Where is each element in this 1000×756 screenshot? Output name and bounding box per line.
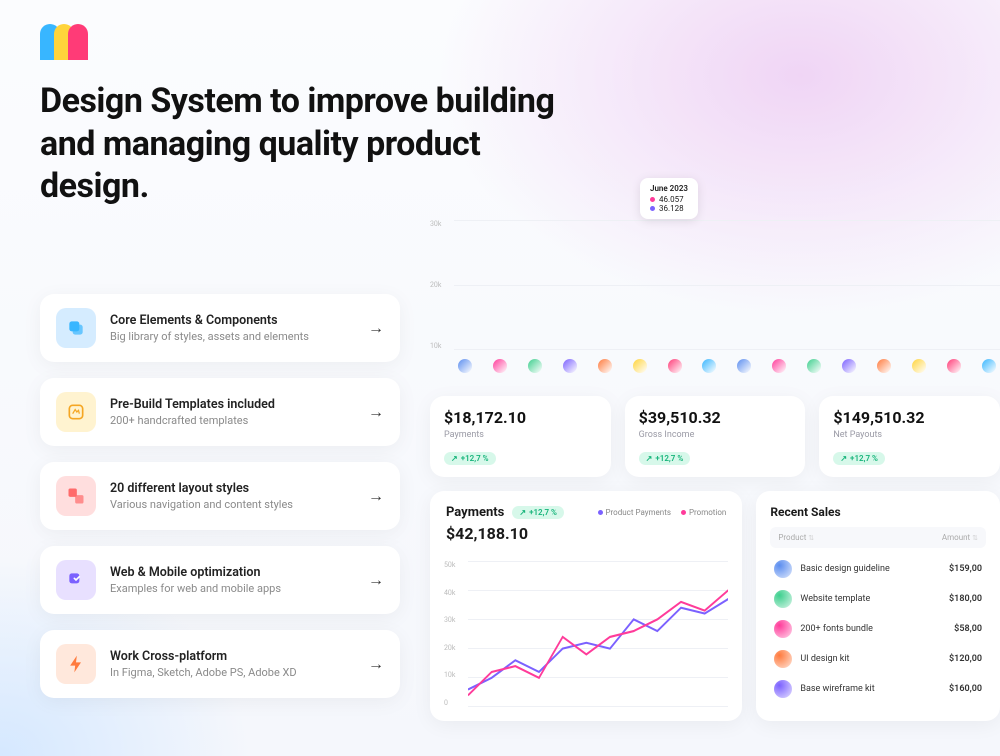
stat-row: $18,172.10 Payments ↗+12,7 % $39,510.32 Gros… — [430, 396, 1000, 477]
stat-trend: ↗+12,7 % — [444, 452, 496, 465]
feature-title: 20 different layout styles — [110, 481, 354, 496]
arrow-right-icon: → — [368, 486, 384, 506]
table-row[interactable]: Website template $180,00 — [770, 584, 986, 614]
stat-trend: ↗+12,7 % — [639, 452, 691, 465]
product-icon — [774, 560, 792, 578]
bar-category-icon — [772, 359, 786, 373]
product-icon — [774, 590, 792, 608]
recent-sales-header: Product ⇅ Amount ⇅ — [770, 527, 986, 548]
stat-value: $149,510.32 — [833, 408, 986, 427]
feature-title: Work Cross-platform — [110, 649, 354, 664]
bar-category-icon — [528, 359, 542, 373]
arrow-right-icon: → — [368, 402, 384, 422]
bar-tooltip: June 2023 46.057 36.128 — [640, 178, 698, 219]
payments-title: Payments — [446, 505, 504, 520]
product-icon — [774, 680, 792, 698]
feature-card[interactable]: Pre-Build Templates included 200+ handcra… — [40, 378, 400, 446]
arrow-right-icon: → — [368, 654, 384, 674]
table-row[interactable]: 200+ fonts bundle $58,00 — [770, 614, 986, 644]
table-row[interactable]: Basic design guideline $159,00 — [770, 554, 986, 584]
product-amount: $160,00 — [949, 684, 982, 694]
feature-subtitle: Big library of styles, assets and elemen… — [110, 330, 354, 343]
payments-trend: ↗+12,7 % — [512, 506, 564, 519]
feature-subtitle: Various navigation and content styles — [110, 498, 354, 511]
feature-subtitle: 200+ handcrafted templates — [110, 414, 354, 427]
bar-category-icon — [702, 359, 716, 373]
feature-list: Core Elements & Components Big library of… — [40, 294, 400, 698]
bar-category-icon — [493, 359, 507, 373]
feature-subtitle: In Figma, Sketch, Adobe PS, Adobe XD — [110, 666, 354, 679]
bar-category-icon — [737, 359, 751, 373]
bar-category-icon — [807, 359, 821, 373]
recent-sales-title: Recent Sales — [770, 505, 986, 519]
feature-icon — [56, 560, 96, 600]
bar-category-icon — [458, 359, 472, 373]
product-icon — [774, 650, 792, 668]
feature-icon — [56, 476, 96, 516]
logo — [40, 24, 88, 60]
table-row[interactable]: Base wireframe kit $160,00 — [770, 674, 986, 704]
feature-card[interactable]: 20 different layout styles Various naviga… — [40, 462, 400, 530]
chart-line — [468, 590, 728, 695]
stat-value: $18,172.10 — [444, 408, 597, 427]
feature-icon — [56, 308, 96, 348]
stat-trend: ↗+12,7 % — [833, 452, 885, 465]
product-amount: $58,00 — [954, 624, 982, 634]
bar-category-icon — [633, 359, 647, 373]
bar-category-icon — [877, 359, 891, 373]
payments-card: Payments ↗+12,7 % Product Payments Promo… — [430, 491, 742, 721]
payments-value: $42,188.10 — [446, 524, 726, 543]
bar-category-icon — [563, 359, 577, 373]
bar-category-icon — [842, 359, 856, 373]
stat-value: $39,510.32 — [639, 408, 792, 427]
bar-category-icon — [912, 359, 926, 373]
stat-label: Gross Income — [639, 430, 792, 440]
feature-title: Core Elements & Components — [110, 313, 354, 328]
stat-card[interactable]: $18,172.10 Payments ↗+12,7 % — [430, 396, 611, 477]
bar-category-icon — [947, 359, 961, 373]
product-amount: $180,00 — [949, 594, 982, 604]
payments-legend: Product Payments Promotion — [598, 508, 727, 517]
stat-card[interactable]: $149,510.32 Net Payouts ↗+12,7 % — [819, 396, 1000, 477]
bar-chart-card: June 2023 46.057 36.128 30k20k10k — [430, 178, 1000, 378]
arrow-right-icon: → — [368, 570, 384, 590]
feature-card[interactable]: Core Elements & Components Big library of… — [40, 294, 400, 362]
recent-sales-card: Recent Sales Product ⇅ Amount ⇅ Basic de… — [756, 491, 1000, 721]
product-amount: $120,00 — [949, 654, 982, 664]
bar-category-icon — [982, 359, 996, 373]
dashboard: June 2023 46.057 36.128 30k20k10k $18,17… — [430, 178, 1000, 756]
product-name: 200+ fonts bundle — [800, 624, 946, 634]
bar-category-icon — [598, 359, 612, 373]
feature-icon — [56, 644, 96, 684]
arrow-right-icon: → — [368, 318, 384, 338]
product-name: UI design kit — [800, 654, 941, 664]
feature-card[interactable]: Web & Mobile optimization Examples for we… — [40, 546, 400, 614]
table-row[interactable]: UI design kit $120,00 — [770, 644, 986, 674]
feature-title: Pre-Build Templates included — [110, 397, 354, 412]
product-amount: $159,00 — [949, 564, 982, 574]
product-icon — [774, 620, 792, 638]
feature-icon — [56, 392, 96, 432]
feature-card[interactable]: Work Cross-platform In Figma, Sketch, Ado… — [40, 630, 400, 698]
feature-title: Web & Mobile optimization — [110, 565, 354, 580]
product-name: Basic design guideline — [800, 564, 941, 574]
chart-line — [468, 599, 728, 690]
product-name: Website template — [800, 594, 941, 604]
feature-subtitle: Examples for web and mobile apps — [110, 582, 354, 595]
bar-category-icon — [668, 359, 682, 373]
stat-card[interactable]: $39,510.32 Gross Income ↗+12,7 % — [625, 396, 806, 477]
stat-label: Net Payouts — [833, 430, 986, 440]
stat-label: Payments — [444, 430, 597, 440]
product-name: Base wireframe kit — [800, 684, 941, 694]
